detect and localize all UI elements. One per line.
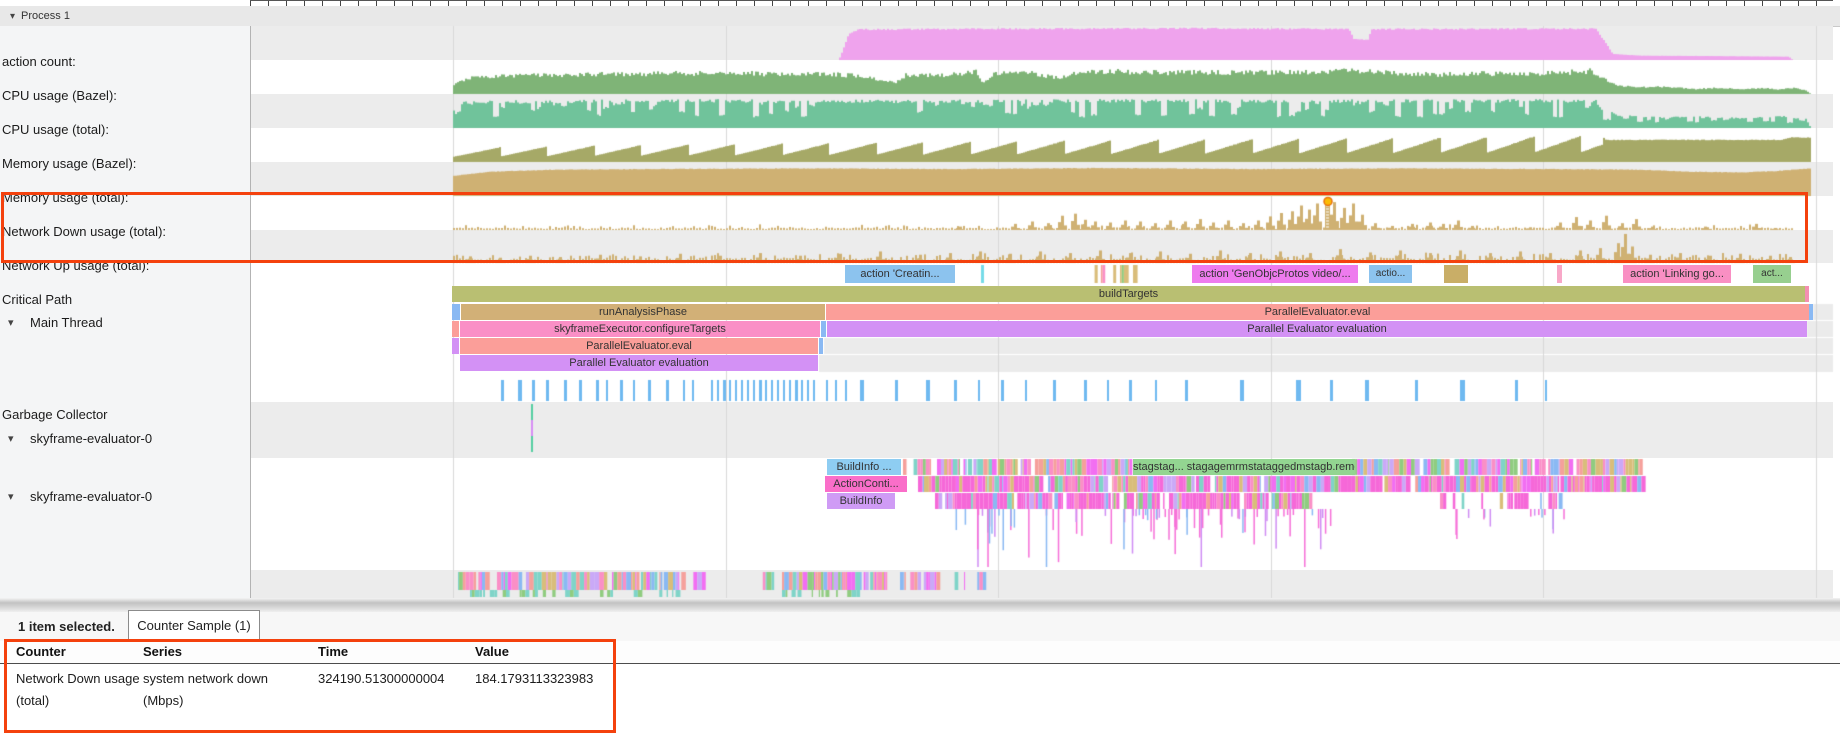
main-thread-span[interactable]: Parallel Evaluator evaluation (827, 321, 1807, 337)
track-label: Critical Path (2, 292, 72, 307)
critical-path-span[interactable]: act... (1753, 265, 1791, 283)
collapse-icon[interactable]: ▾ (8, 316, 14, 329)
track-label: CPU usage (Bazel): (2, 88, 117, 103)
evaluator-span[interactable]: BuildInfo ... (827, 459, 901, 475)
critical-path-span[interactable] (1444, 265, 1468, 283)
panel-divider[interactable] (0, 598, 1840, 613)
critical-path-span[interactable] (1557, 265, 1562, 283)
main-thread-span[interactable] (819, 338, 823, 354)
col-header-counter: Counter (16, 641, 66, 663)
collapse-icon[interactable]: ▾ (8, 432, 14, 445)
table-header: Counter Series Time Value (0, 641, 1840, 664)
track-label: Memory usage (Bazel): (2, 156, 136, 171)
track-label: CPU usage (total): (2, 122, 109, 137)
main-thread-span[interactable]: ParallelEvaluator.eval (460, 338, 818, 354)
sidebar-track-main-thread[interactable]: ▾ Main Thread (0, 315, 246, 333)
evaluator-span[interactable]: stagstag... stagagemrmstataggedmstagb.re… (1133, 459, 1355, 475)
main-thread-span[interactable] (452, 304, 460, 320)
cell-series: system network down (Mbps) (143, 668, 268, 712)
critical-path-span[interactable]: action 'GenObjcProtos video/... (1192, 265, 1358, 283)
sidebar-track-skyframe-evaluator-0a[interactable]: ▾ skyframe-evaluator-0 (0, 431, 246, 449)
main-thread-span[interactable] (452, 321, 459, 337)
cell-time: 324190.51300000004 (318, 668, 445, 690)
track-label: skyframe-evaluator-0 (30, 489, 152, 504)
main-thread-span[interactable] (1809, 304, 1813, 320)
main-thread-span[interactable]: Parallel Evaluator evaluation (460, 355, 818, 371)
cell-counter: Network Down usage (total) (16, 668, 140, 712)
trace-viewer: ▾Process 1 action count:CPU usage (Bazel… (0, 0, 1840, 742)
critical-path-span[interactable]: actio... (1369, 265, 1412, 283)
col-header-series: Series (143, 641, 182, 663)
sidebar-track-skyframe-evaluator-0b[interactable]: ▾ skyframe-evaluator-0 (0, 489, 246, 507)
track-label: Network Down usage (total): (2, 224, 166, 239)
sidebar-track-critical-path[interactable]: Critical Path (0, 292, 246, 310)
col-header-value: Value (475, 641, 509, 663)
sidebar-track-action-count[interactable]: action count: (0, 54, 246, 72)
evaluator-span[interactable]: BuildInfo (827, 493, 895, 509)
main-thread-span[interactable] (821, 321, 826, 337)
sidebar-track-cpu-bazel[interactable]: CPU usage (Bazel): (0, 88, 246, 106)
track-label: Garbage Collector (2, 407, 108, 422)
sidebar-track-mem-total[interactable]: Memory usage (total): (0, 190, 246, 208)
sidebar-track-net-up[interactable]: Network Up usage (total): (0, 258, 246, 276)
main-thread-span[interactable]: runAnalysisPhase (461, 304, 825, 320)
sidebar-track-cpu-total[interactable]: CPU usage (total): (0, 122, 246, 140)
collapse-icon[interactable]: ▾ (8, 490, 14, 503)
main-thread-span[interactable]: buildTargets (452, 286, 1805, 302)
sidebar-track-mem-bazel[interactable]: Memory usage (Bazel): (0, 156, 246, 174)
bottom-tab-strip (0, 612, 1840, 642)
track-label: Network Up usage (total): (2, 258, 149, 273)
evaluator-span[interactable]: ActionConti... (825, 476, 907, 492)
track-label: Memory usage (total): (2, 190, 128, 205)
critical-path-span[interactable]: action 'Creatin... (845, 265, 955, 283)
selection-count-label: 1 item selected. (18, 612, 115, 641)
track-label: Main Thread (30, 315, 103, 330)
main-thread-span[interactable]: skyframeExecutor.configureTargets (460, 321, 820, 337)
tab-counter-sample[interactable]: Counter Sample (1) (128, 610, 260, 642)
track-label: action count: (2, 54, 76, 69)
track-label: skyframe-evaluator-0 (30, 431, 152, 446)
col-header-time: Time (318, 641, 348, 663)
main-thread-span[interactable] (1805, 286, 1809, 302)
sidebar-track-garbage-collector[interactable]: Garbage Collector (0, 407, 246, 425)
main-thread-span[interactable]: ParallelEvaluator.eval (826, 304, 1809, 320)
cell-value: 184.1793113323983 (475, 668, 593, 690)
sidebar-track-net-down[interactable]: Network Down usage (total): (0, 224, 246, 242)
critical-path-span[interactable]: action 'Linking go... (1623, 265, 1731, 283)
main-thread-span[interactable] (452, 338, 459, 354)
